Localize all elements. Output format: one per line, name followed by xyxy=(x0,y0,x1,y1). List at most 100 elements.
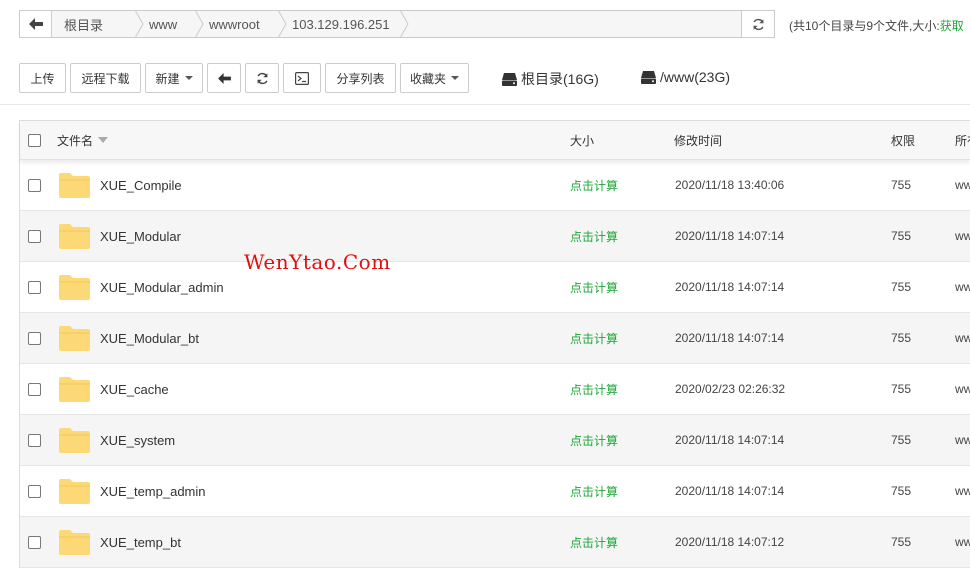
row-checkbox-cell xyxy=(28,211,41,261)
calc-size-link[interactable]: 点击计算 xyxy=(570,160,618,210)
file-name[interactable]: XUE_system xyxy=(100,415,175,465)
modified-time: 2020/11/18 14:07:14 xyxy=(675,280,785,294)
row-checkbox[interactable] xyxy=(28,382,41,396)
favorites-dropdown-button[interactable]: 收藏夹 xyxy=(400,63,469,93)
folder-icon[interactable] xyxy=(58,325,91,352)
sort-down-icon xyxy=(98,137,109,143)
folder-icon-cell xyxy=(58,517,91,567)
disk-www[interactable]: /www(23G) xyxy=(641,69,730,85)
breadcrumb-item-root[interactable]: 根目录 xyxy=(52,10,144,38)
permission[interactable]: 755 xyxy=(891,517,911,567)
file-name[interactable]: XUE_temp_admin xyxy=(100,466,206,516)
table-row[interactable]: XUE_Compile 点击计算 2020/11/18 13:40:06 755 ww xyxy=(20,160,970,211)
refresh-icon xyxy=(752,18,764,30)
folder-icon[interactable] xyxy=(58,427,91,454)
row-checkbox[interactable] xyxy=(28,280,41,294)
path-refresh-button[interactable] xyxy=(741,11,774,37)
calc-size-link[interactable]: 点击计算 xyxy=(570,415,618,465)
folder-icon[interactable] xyxy=(58,478,91,505)
row-checkbox[interactable] xyxy=(28,484,41,498)
owner[interactable]: ww xyxy=(955,211,970,261)
row-checkbox[interactable] xyxy=(28,178,41,192)
terminal-button[interactable] xyxy=(283,63,321,93)
disk-www-label: /www(23G) xyxy=(660,69,731,85)
permission[interactable]: 755 xyxy=(891,364,911,414)
disk-root[interactable]: 根目录(16G) xyxy=(502,69,599,89)
row-checkbox[interactable] xyxy=(28,229,41,243)
folder-icon-cell xyxy=(58,313,91,363)
header-name[interactable]: 文件名 xyxy=(57,121,109,159)
folder-icon-cell xyxy=(58,262,91,312)
path-back-button[interactable] xyxy=(20,11,52,37)
header-name-label: 文件名 xyxy=(57,133,94,148)
calc-size-link[interactable]: 点击计算 xyxy=(570,313,618,363)
row-checkbox[interactable] xyxy=(28,331,41,345)
permission[interactable]: 755 xyxy=(891,415,911,465)
breadcrumb-item-site[interactable]: 103.129.196.251 xyxy=(280,10,409,38)
calc-size-link[interactable]: 点击计算 xyxy=(570,466,618,516)
table-body: XUE_Compile 点击计算 2020/11/18 13:40:06 755 ww X… xyxy=(20,160,970,568)
owner[interactable]: ww xyxy=(955,313,970,363)
table-row[interactable]: XUE_Modular_admin 点击计算 2020/11/18 14:07:14… xyxy=(20,262,970,313)
folder-icon[interactable] xyxy=(58,172,91,199)
permission[interactable]: 755 xyxy=(891,211,911,261)
folder-icon-cell xyxy=(58,160,91,210)
file-name[interactable]: XUE_Compile xyxy=(100,160,182,210)
share-list-button[interactable]: 分享列表 xyxy=(325,63,396,93)
table-row[interactable]: XUE_temp_bt 点击计算 2020/11/18 14:07:12 755 ww xyxy=(20,517,970,568)
table-row[interactable]: XUE_Modular 点击计算 2020/11/18 14:07:14 755 ww xyxy=(20,211,970,262)
breadcrumb-label: 103.129.196.251 xyxy=(292,16,390,32)
file-name[interactable]: XUE_Modular xyxy=(100,211,181,261)
calc-size-link[interactable]: 点击计算 xyxy=(570,517,618,567)
owner[interactable]: ww xyxy=(955,364,970,414)
calc-size-link[interactable]: 点击计算 xyxy=(570,262,618,312)
permission[interactable]: 755 xyxy=(891,313,911,363)
get-size-link[interactable]: 获取 xyxy=(940,19,964,33)
back-button[interactable] xyxy=(207,63,241,93)
header-owner[interactable]: 所有 xyxy=(955,121,970,159)
disk-root-label: 根目录(16G) xyxy=(521,71,599,87)
header-permission[interactable]: 权限 xyxy=(891,121,915,159)
upload-button[interactable]: 上传 xyxy=(19,63,66,93)
owner[interactable]: ww xyxy=(955,415,970,465)
calc-size-link[interactable]: 点击计算 xyxy=(570,211,618,261)
calc-size-link[interactable]: 点击计算 xyxy=(570,364,618,414)
file-name[interactable]: XUE_cache xyxy=(100,364,169,414)
row-checkbox[interactable] xyxy=(28,535,41,549)
owner[interactable]: ww xyxy=(955,517,970,567)
hdd-icon xyxy=(502,72,517,86)
folder-icon-cell xyxy=(58,415,91,465)
table-row[interactable]: XUE_cache 点击计算 2020/02/23 02:26:32 755 ww xyxy=(20,364,970,415)
table-row[interactable]: XUE_system 点击计算 2020/11/18 14:07:14 755 ww xyxy=(20,415,970,466)
select-all-checkbox[interactable] xyxy=(28,133,41,147)
folder-icon[interactable] xyxy=(58,223,91,250)
file-name[interactable]: XUE_Modular_admin xyxy=(100,262,224,312)
breadcrumb-item-www[interactable]: www xyxy=(137,10,204,38)
folder-icon[interactable] xyxy=(58,529,91,556)
modified-time: 2020/11/18 14:07:12 xyxy=(675,535,785,549)
new-dropdown-button[interactable]: 新建 xyxy=(145,63,203,93)
file-name[interactable]: XUE_Modular_bt xyxy=(100,313,199,363)
folder-icon[interactable] xyxy=(58,274,91,301)
table-row[interactable]: XUE_temp_admin 点击计算 2020/11/18 14:07:14 755… xyxy=(20,466,970,517)
owner[interactable]: ww xyxy=(955,160,970,210)
header-size[interactable]: 大小 xyxy=(570,121,594,159)
caret-down-icon xyxy=(184,76,193,80)
permission[interactable]: 755 xyxy=(891,466,911,516)
row-checkbox-cell xyxy=(28,313,41,363)
remote-download-button[interactable]: 远程下载 xyxy=(70,63,141,93)
owner[interactable]: ww xyxy=(955,466,970,516)
refresh-button[interactable] xyxy=(245,63,279,93)
permission[interactable]: 755 xyxy=(891,262,911,312)
folder-icon[interactable] xyxy=(58,376,91,403)
table-row[interactable]: XUE_Modular_bt 点击计算 2020/11/18 14:07:14 755… xyxy=(20,313,970,364)
modified-time: 2020/11/18 14:07:14 xyxy=(675,484,785,498)
modified-time: 2020/11/18 14:07:14 xyxy=(675,433,785,447)
row-checkbox[interactable] xyxy=(28,433,41,447)
new-label: 新建 xyxy=(155,71,180,86)
breadcrumb-item-wwwroot[interactable]: wwwroot xyxy=(197,10,287,38)
permission[interactable]: 755 xyxy=(891,160,911,210)
file-name[interactable]: XUE_temp_bt xyxy=(100,517,181,567)
owner[interactable]: ww xyxy=(955,262,970,312)
header-mtime[interactable]: 修改时间 xyxy=(674,121,722,159)
